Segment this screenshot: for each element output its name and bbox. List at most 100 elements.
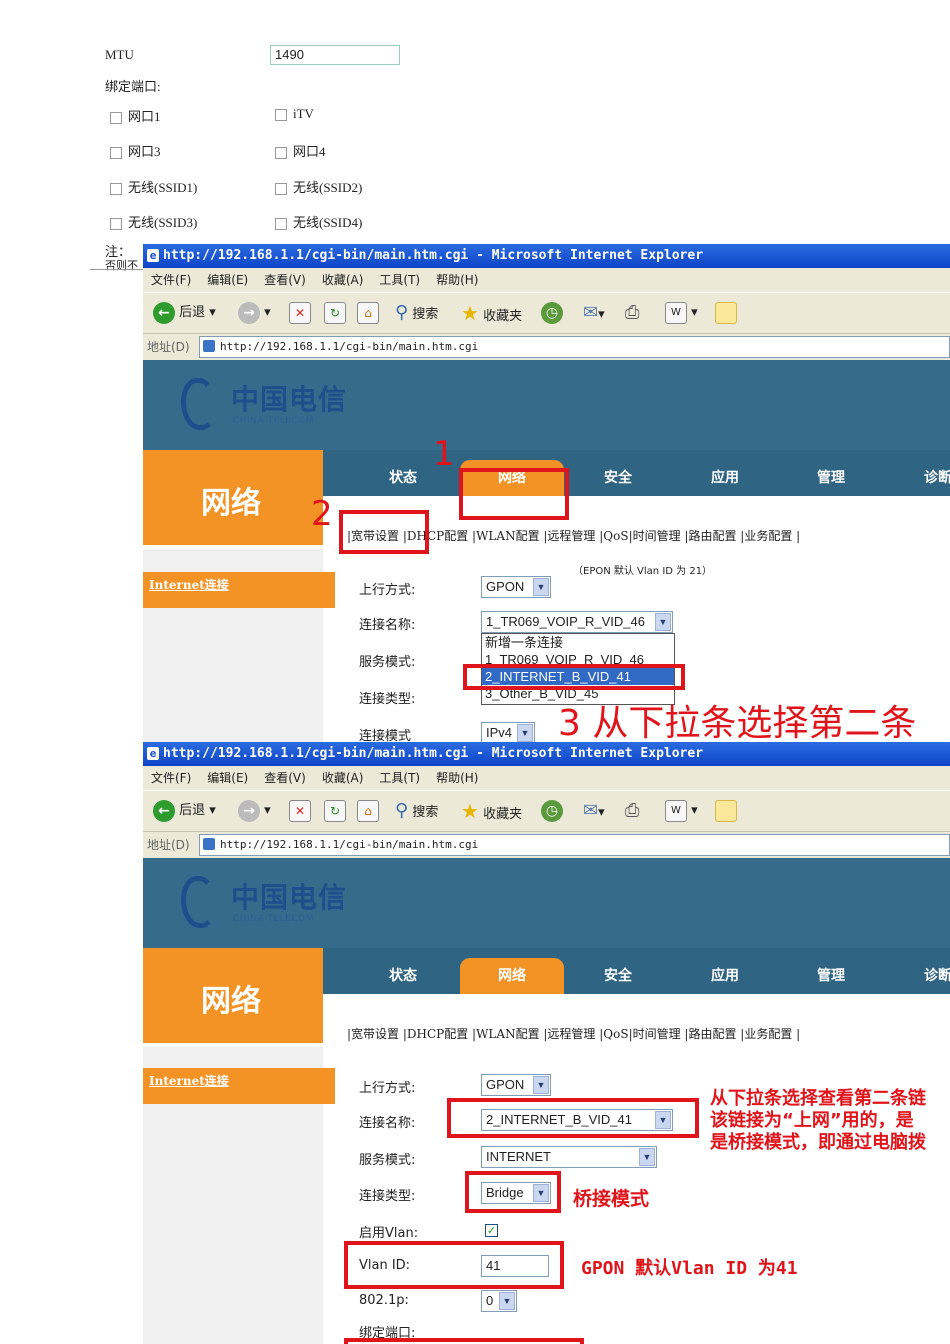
china-telecom-logo-icon [181, 876, 215, 928]
tab-status[interactable]: 状态 [373, 958, 433, 994]
window-title: http://192.168.1.1/cgi-bin/main.htm.cgi … [163, 746, 704, 761]
menu-favorites[interactable]: 收藏(A) [322, 771, 364, 785]
vlan-enable-checkbox[interactable]: ✓ [485, 1224, 498, 1237]
discuss-button[interactable] [715, 799, 737, 823]
back-button[interactable]: ← 后退 ▾ [153, 799, 216, 823]
tab-network[interactable]: 网络 [460, 958, 564, 994]
checkbox-port4[interactable]: 网口4 [275, 141, 326, 160]
forward-button[interactable]: → ▾ [238, 301, 271, 325]
tab-apps[interactable]: 应用 [695, 958, 755, 994]
refresh-icon: ↻ [324, 799, 346, 822]
refresh-button[interactable]: ↻ [324, 301, 346, 325]
tab-security[interactable]: 安全 [588, 460, 648, 496]
tab-diagnose[interactable]: 诊断 [908, 958, 950, 994]
sub-nav-links[interactable]: |宽带设置 |DHCP配置 |WLAN配置 |远程管理 |QoS|时间管理 |路… [323, 1027, 800, 1041]
menu-edit[interactable]: 编辑(E) [207, 273, 248, 287]
internet-link[interactable]: Internet连接 [143, 572, 335, 608]
checkbox-box[interactable] [275, 183, 287, 196]
uplink-select[interactable]: GPON ▼ [481, 576, 551, 598]
favorites-button[interactable]: ★ 收藏夹 [461, 301, 522, 325]
checkbox-box[interactable] [110, 112, 122, 125]
address-label: 地址(D) [147, 340, 190, 354]
back-button[interactable]: ← 后退 ▾ [153, 301, 216, 325]
sub-nav: |宽带设置 |DHCP配置 |WLAN配置 |远程管理 |QoS|时间管理 |路… [323, 1016, 801, 1052]
stop-icon: ✕ [289, 799, 311, 822]
checkbox-ssid1[interactable]: 无线(SSID1) [110, 177, 197, 196]
tab-status[interactable]: 状态 [373, 460, 433, 496]
checkbox-ssid2[interactable]: 无线(SSID2) [275, 177, 362, 196]
conn-name-label: 连接名称: [359, 618, 416, 633]
forward-button[interactable]: → ▾ [238, 799, 271, 823]
menu-favorites[interactable]: 收藏(A) [322, 273, 364, 287]
checkbox-box[interactable] [110, 147, 122, 160]
uplink-select[interactable]: GPON ▼ [481, 1074, 551, 1096]
tab-apps[interactable]: 应用 [695, 460, 755, 496]
search-button[interactable]: ⚲ 搜索 [395, 799, 438, 823]
menu-edit[interactable]: 编辑(E) [207, 771, 248, 785]
history-button[interactable]: ◷ [541, 301, 563, 325]
annotation-instruction: 从下拉条选择查看第二条链 该链接为“上网”用的，是 是桥接模式，即通过电脑拨 [710, 1088, 926, 1153]
tab-diagnose[interactable]: 诊断 [908, 460, 950, 496]
conn-mode-label: 连接模式 [359, 729, 412, 742]
tab-manage[interactable]: 管理 [801, 958, 861, 994]
tab-security[interactable]: 安全 [588, 958, 648, 994]
tab-manage[interactable]: 管理 [801, 460, 861, 496]
logo-subtext: CHINA TELECOM [233, 416, 314, 426]
mtu-input[interactable]: 1490 [270, 45, 400, 65]
checkbox-box[interactable] [275, 218, 287, 231]
checkbox-itv[interactable]: iTV [275, 106, 314, 122]
window-title: http://192.168.1.1/cgi-bin/main.htm.cgi … [163, 248, 704, 263]
checkbox-port1[interactable]: 网口1 [110, 106, 161, 125]
dropdown-option[interactable]: 新增一条连接 [482, 634, 674, 651]
menu-view[interactable]: 查看(V) [264, 771, 306, 785]
ie-icon: e [147, 249, 159, 262]
star-icon: ★ [461, 799, 479, 823]
mail-button[interactable]: ✉▾ [583, 799, 605, 823]
forward-arrow-icon: → [238, 799, 260, 822]
section-title: 网络 [201, 984, 261, 1019]
internet-link[interactable]: Internet连接 [143, 1068, 335, 1104]
menu-help[interactable]: 帮助(H) [436, 273, 478, 287]
chevron-down-icon: ▼ [533, 578, 549, 596]
stop-button[interactable]: ✕ [289, 799, 311, 823]
print-button[interactable]: ⎙ [625, 799, 639, 823]
checkbox-port3[interactable]: 网口3 [110, 141, 161, 160]
home-button[interactable]: ⌂ [357, 799, 379, 823]
checkbox-box[interactable] [275, 147, 287, 160]
conn-name-select[interactable]: 1_TR069_VOIP_R_VID_46 ▼ [481, 611, 673, 633]
p8021-select[interactable]: 0 ▼ [481, 1290, 517, 1312]
service-mode-select[interactable]: INTERNET ▼ [481, 1146, 657, 1168]
conn-mode-select[interactable]: IPv4 ▼ [481, 722, 535, 742]
checkbox-box[interactable] [110, 183, 122, 196]
logo-text: 中国电信 [231, 881, 348, 914]
section-panel: 网络 [143, 450, 323, 545]
search-button[interactable]: ⚲ 搜索 [395, 301, 438, 325]
print-button[interactable]: ⎙ [625, 301, 639, 325]
menu-tools[interactable]: 工具(T) [379, 273, 420, 287]
history-button[interactable]: ◷ [541, 799, 563, 823]
back-arrow-icon: ← [153, 301, 175, 324]
page-icon [203, 838, 215, 850]
discuss-button[interactable] [715, 301, 737, 325]
menu-file[interactable]: 文件(F) [151, 273, 191, 287]
favorites-button[interactable]: ★ 收藏夹 [461, 799, 522, 823]
checkbox-box[interactable] [275, 109, 287, 122]
edit-button[interactable]: W ▾ [665, 799, 698, 823]
annotation-bridge: 桥接模式 [573, 1188, 650, 1210]
menu-view[interactable]: 查看(V) [264, 273, 306, 287]
checkbox-ssid4[interactable]: 无线(SSID4) [275, 212, 362, 231]
menu-tools[interactable]: 工具(T) [379, 771, 420, 785]
edit-button[interactable]: W ▾ [665, 301, 698, 325]
address-bar: 地址(D) http://192.168.1.1/cgi-bin/main.ht… [143, 334, 950, 360]
star-icon: ★ [461, 301, 479, 325]
menu-file[interactable]: 文件(F) [151, 771, 191, 785]
address-input[interactable]: http://192.168.1.1/cgi-bin/main.htm.cgi [199, 834, 950, 856]
home-button[interactable]: ⌂ [357, 301, 379, 325]
stop-button[interactable]: ✕ [289, 301, 311, 325]
menu-help[interactable]: 帮助(H) [436, 771, 478, 785]
checkbox-ssid3[interactable]: 无线(SSID3) [110, 212, 197, 231]
refresh-button[interactable]: ↻ [324, 799, 346, 823]
mail-button[interactable]: ✉▾ [583, 301, 605, 325]
address-input[interactable]: http://192.168.1.1/cgi-bin/main.htm.cgi [199, 336, 950, 358]
checkbox-box[interactable] [110, 218, 122, 231]
